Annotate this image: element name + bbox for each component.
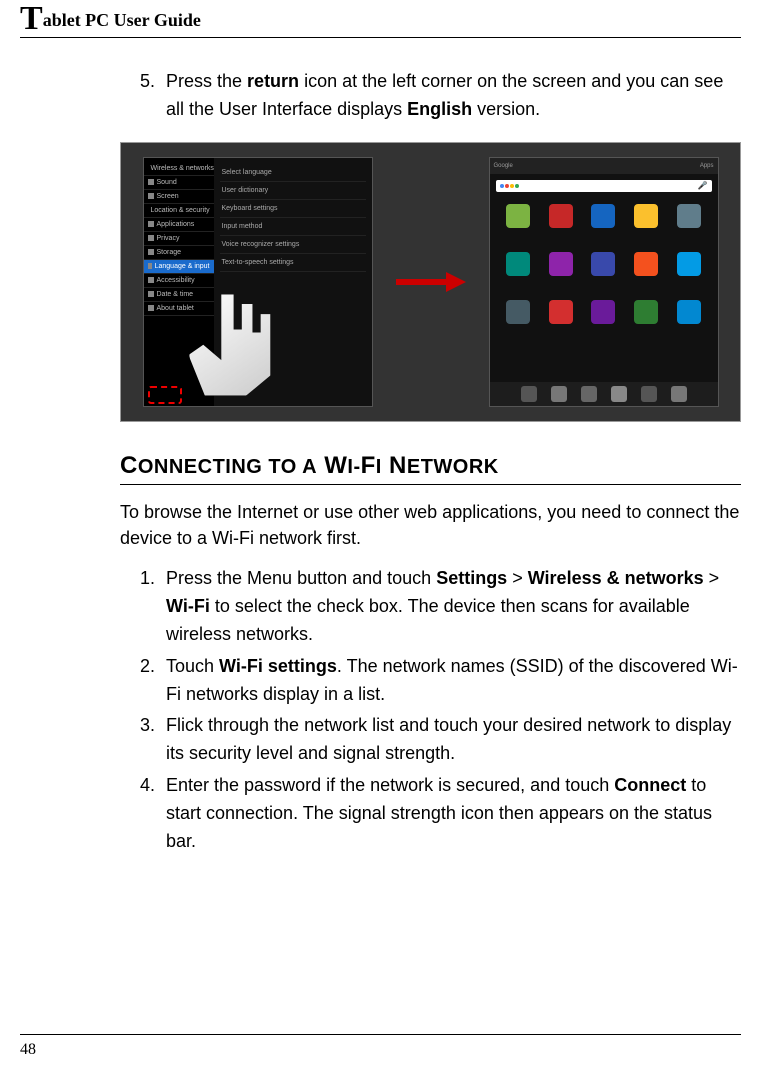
app-icon [677,204,701,228]
wifi-step-1: Press the Menu button and touch Settings… [160,565,741,649]
wifi-steps-list: Press the Menu button and touch Settings… [120,565,741,856]
app-icon [677,300,701,324]
settings-main-row: Voice recognizer settings [220,236,366,254]
wifi-step-2: Touch Wi-Fi settings. The network names … [160,653,741,709]
mic-icon: 🎤 [698,181,708,190]
app-icon [634,204,658,228]
app-icon [591,204,615,228]
home-dock [490,382,718,406]
footer-rule: 48 [20,1034,741,1059]
settings-main-row: Input method [220,218,366,236]
topbar-right-label: Apps [700,163,714,169]
sidebar-row: Location & security [144,204,214,218]
header-dropcap: T [20,0,43,37]
step5-text-c: version. [472,99,540,119]
wifi-step-4: Enter the password if the network is sec… [160,772,741,856]
sidebar-row: Privacy [144,232,214,246]
app-icon [549,300,573,324]
topbar-left-label: Google [494,163,513,169]
dock-icon [581,386,597,402]
page-header: Tablet PC User Guide [20,10,741,38]
sidebar-row: Language & input [144,260,214,274]
step5-text-a: Press the [166,71,247,91]
sidebar-row: Sound [144,176,214,190]
settings-main-row: Keyboard settings [220,200,366,218]
sidebar-row: About tablet [144,302,214,316]
google-search-bar: 🎤 [496,180,712,192]
wifi-step-3: Flick through the network list and touch… [160,712,741,768]
sidebar-row: Screen [144,190,214,204]
dock-icon [641,386,657,402]
settings-main-row: Text-to-speech settings [220,254,366,272]
settings-main: Select languageUser dictionaryKeyboard s… [214,158,372,278]
step5-bold-return: return [247,71,299,91]
app-icon [677,252,701,276]
page-number: 48 [20,1041,741,1059]
sidebar-row: Accessibility [144,274,214,288]
red-arrow-icon [396,272,466,292]
sidebar-row: Date & time [144,288,214,302]
app-icon [591,252,615,276]
dock-icon [551,386,567,402]
settings-main-row: Select language [220,164,366,182]
header-title-rest: ablet PC User Guide [43,10,201,30]
app-icon [634,300,658,324]
settings-main-row: User dictionary [220,182,366,200]
sidebar-row: Applications [144,218,214,232]
app-icon [506,204,530,228]
figure-screenshots: Wireless & networksSoundScreenLocation &… [120,142,741,422]
step-list-5: Press the return icon at the left corner… [120,68,741,124]
return-button-highlight [148,386,182,404]
apps-grid [490,198,718,382]
screenshot-homescreen: Google Apps 🎤 [489,157,719,407]
dock-icon [671,386,687,402]
app-icon [506,252,530,276]
app-icon [506,300,530,324]
section-heading-wifi: CONNECTING TO A WI-FI NETWORK [120,452,741,485]
sidebar-row: Storage [144,246,214,260]
screenshot-settings: Wireless & networksSoundScreenLocation &… [143,157,373,407]
dock-icon [611,386,627,402]
app-icon [591,300,615,324]
app-icon [549,204,573,228]
section-intro: To browse the Internet or use other web … [120,499,741,551]
step-5: Press the return icon at the left corner… [160,68,741,124]
home-topbar: Google Apps [490,158,718,174]
sidebar-row: Wireless & networks [144,162,214,176]
step5-bold-english: English [407,99,472,119]
app-icon [549,252,573,276]
dock-icon [521,386,537,402]
app-icon [634,252,658,276]
